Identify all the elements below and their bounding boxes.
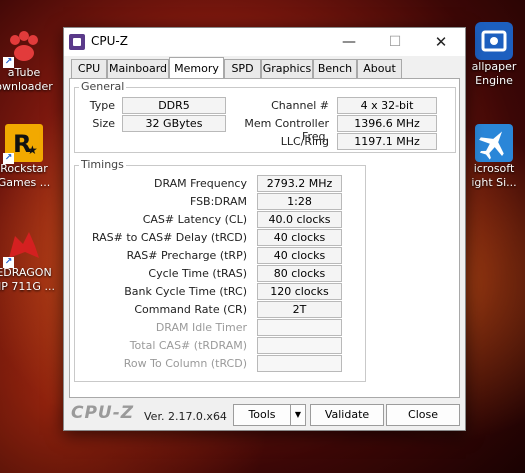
cpuz-app-icon	[69, 34, 85, 50]
size-value: 32 GBytes	[122, 115, 226, 132]
wallpaper-engine-icon	[475, 22, 513, 60]
general-group: General Type DDR5 Size 32 GBytes Channel…	[74, 80, 456, 153]
tab-mainboard[interactable]: Mainboard	[107, 59, 169, 79]
timing-label: CAS# Latency (CL)	[142, 213, 247, 226]
timing-label: RAS# to CAS# Delay (tRCD)	[91, 231, 247, 244]
desktop-icon-label: ownloader	[0, 80, 53, 93]
tools-button[interactable]: Tools	[233, 404, 291, 426]
rockstar-icon: R ★ ↗	[3, 124, 43, 164]
desktop-icon-label: Games ...	[0, 176, 51, 189]
timing-value: 80 clocks	[257, 265, 342, 282]
desktop-icon-label: EDRAGON	[0, 266, 52, 279]
close-window-button[interactable]: ✕	[418, 28, 464, 56]
desktop-icon-label: icrosoft	[473, 162, 515, 175]
timing-label: DRAM Frequency	[153, 177, 247, 190]
version-text: Ver. 2.17.0.x64	[144, 410, 227, 423]
timing-label: FSB:DRAM	[189, 195, 247, 208]
airplane-icon	[475, 124, 513, 162]
maximize-button[interactable]: ☐	[372, 28, 418, 56]
timing-value: 40 clocks	[257, 247, 342, 264]
cpuz-window: CPU-Z — ☐ ✕ CPU Mainboard Memory SPD Gra…	[63, 27, 466, 431]
desktop-icon-label: Rockstar	[0, 162, 48, 175]
timing-label: Command Rate (CR)	[134, 303, 247, 316]
tab-spd[interactable]: SPD	[224, 59, 261, 79]
tab-graphics[interactable]: Graphics	[261, 59, 313, 79]
timing-value	[257, 319, 342, 336]
paw-icon: ↗	[3, 28, 43, 68]
dragon-icon: ↗	[3, 228, 43, 268]
desktop-icon-atube[interactable]: ↗ aTube ownloader	[0, 28, 56, 94]
title-bar[interactable]: CPU-Z — ☐ ✕	[64, 28, 465, 56]
validate-button[interactable]: Validate	[310, 404, 384, 426]
timing-value: 2793.2 MHz	[257, 175, 342, 192]
timing-label: Row To Column (tRCD)	[123, 357, 247, 370]
llc-ring-label: LLC/Ring	[280, 135, 329, 148]
timing-value: 40 clocks	[257, 229, 342, 246]
svg-text:★: ★	[27, 143, 38, 157]
size-label: Size	[92, 117, 115, 130]
desktop-icon-rockstar[interactable]: R ★ ↗ Rockstar Games ...	[0, 124, 56, 190]
type-label: Type	[89, 99, 115, 112]
timings-group-title: Timings	[79, 158, 126, 171]
desktop-icon-flight-simulator[interactable]: icrosoft ight Si...	[462, 124, 525, 190]
timing-value: 1:28	[257, 193, 342, 210]
timing-value: 120 clocks	[257, 283, 342, 300]
mem-controller-freq-value: 1396.6 MHz	[337, 115, 437, 132]
llc-ring-value: 1197.1 MHz	[337, 133, 437, 150]
desktop-icon-label: allpaper	[471, 60, 517, 73]
desktop-icon-wallpaper-engine[interactable]: allpaper Engine	[462, 22, 525, 88]
timing-label: RAS# Precharge (tRP)	[126, 249, 247, 262]
desktop-icon-label: aTube	[7, 66, 41, 79]
timing-value	[257, 355, 342, 372]
type-value: DDR5	[122, 97, 226, 114]
desktop-icon-label: HP 711G ...	[0, 280, 55, 293]
timing-value: 40.0 clocks	[257, 211, 342, 228]
desktop-icon-label: Engine	[475, 74, 513, 87]
tools-dropdown-arrow[interactable]: ▼	[290, 404, 306, 426]
channel-value: 4 x 32-bit	[337, 97, 437, 114]
minimize-button[interactable]: —	[326, 28, 372, 56]
timing-label: Bank Cycle Time (tRC)	[124, 285, 247, 298]
close-button[interactable]: Close	[386, 404, 460, 426]
cpuz-logo: CPU-Z	[71, 403, 135, 423]
timing-label: DRAM Idle Timer	[155, 321, 247, 334]
tab-about[interactable]: About	[357, 59, 402, 79]
desktop-icon-redragon[interactable]: ↗ EDRAGON HP 711G ...	[0, 228, 56, 294]
timing-value: 2T	[257, 301, 342, 318]
timing-value	[257, 337, 342, 354]
window-title: CPU-Z	[91, 34, 128, 48]
footer-bar: CPU-Z Ver. 2.17.0.x64 Tools ▼ Validate C…	[64, 400, 465, 430]
timing-label: Total CAS# (tRDRAM)	[129, 339, 247, 352]
timings-group: Timings DRAM Frequency 2793.2 MHz FSB:DR…	[74, 158, 366, 382]
tab-bench[interactable]: Bench	[313, 59, 357, 79]
desktop-icon-label: ight Si...	[471, 176, 517, 189]
tab-memory[interactable]: Memory	[169, 57, 224, 79]
channel-label: Channel #	[271, 99, 329, 112]
tab-cpu[interactable]: CPU	[71, 59, 107, 79]
memory-panel: General Type DDR5 Size 32 GBytes Channel…	[69, 78, 460, 398]
general-group-title: General	[79, 80, 127, 93]
timing-label: Cycle Time (tRAS)	[148, 267, 247, 280]
